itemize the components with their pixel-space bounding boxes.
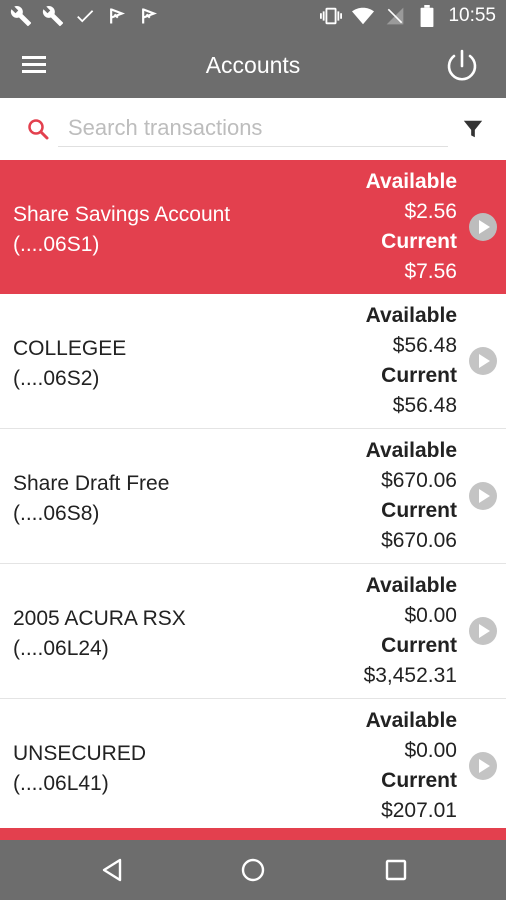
back-icon[interactable] [96,854,128,886]
account-number: (....06L24) [13,637,109,660]
account-name-block: 2005 ACURA RSX (....06L24) [13,604,313,664]
wrench-icon [10,4,32,28]
current-label: Current [381,230,457,253]
play-arrow-icon[interactable] [468,751,498,781]
account-balances: Available $0.00 Current $3,452.31 [364,571,457,691]
search-input[interactable] [58,110,448,147]
account-row-acura[interactable]: 2005 ACURA RSX (....06L24) Available $0.… [0,564,506,699]
status-time: 10:55 [448,5,496,26]
accent-divider [0,828,506,840]
available-amount: $0.00 [404,604,457,627]
search-icon [26,117,50,141]
status-bar-notifications [10,4,160,28]
account-number: (....06S8) [13,502,100,525]
account-name: 2005 ACURA RSX [13,607,186,630]
available-label: Available [365,574,457,597]
current-amount: $56.48 [392,394,457,417]
no-signal-icon [384,4,406,28]
available-label: Available [365,709,457,732]
available-amount: $0.00 [404,739,457,762]
account-name: COLLEGEE [13,337,127,360]
filter-icon[interactable] [462,118,484,140]
available-label: Available [365,439,457,462]
account-number: (....06S2) [13,367,100,390]
account-balances: Available $670.06 Current $670.06 [366,436,457,556]
wifi-icon [352,4,375,28]
available-amount: $56.48 [392,334,457,357]
system-nav-bar [0,840,506,900]
account-balances: Available $56.48 Current $56.48 [366,301,457,421]
current-amount: $7.56 [404,260,457,283]
account-row-share-savings[interactable]: Share Savings Account (....06S1) Availab… [0,160,506,294]
play-arrow-icon[interactable] [468,346,498,376]
account-number: (....06S1) [13,233,100,256]
flag-icon [106,4,128,28]
check-icon [74,4,96,28]
account-name: UNSECURED [13,742,147,765]
account-row-share-draft[interactable]: Share Draft Free (....06S8) Available $6… [0,429,506,564]
current-label: Current [381,634,457,657]
wrench-icon [42,4,64,28]
play-arrow-icon[interactable] [468,481,498,511]
flag-icon [138,4,160,28]
current-label: Current [381,364,457,387]
account-name: Share Draft Free [13,472,170,495]
home-icon[interactable] [237,854,269,886]
account-row-collegee[interactable]: COLLEGEE (....06S2) Available $56.48 Cur… [0,294,506,429]
play-arrow-icon[interactable] [468,616,498,646]
search-bar [0,98,506,160]
current-label: Current [381,499,457,522]
vibrate-icon [320,4,343,28]
account-balances: Available $0.00 Current $207.01 [366,706,457,826]
account-name: Share Savings Account [13,203,231,226]
account-name-block: Share Draft Free (....06S8) [13,469,313,529]
play-arrow-icon[interactable] [468,212,498,242]
status-bar-system: 10:55 [320,4,496,28]
available-label: Available [365,304,457,327]
recents-icon[interactable] [380,854,412,886]
account-list: Share Savings Account (....06S1) Availab… [0,160,506,828]
current-amount: $207.01 [381,799,457,822]
status-bar: 10:55 [0,0,506,34]
account-balances: Available $2.56 Current $7.56 [366,167,457,287]
current-amount: $670.06 [381,529,457,552]
account-name-block: COLLEGEE (....06S2) [13,334,313,394]
account-number: (....06L41) [13,772,109,795]
app-bar: Accounts [0,34,506,98]
page-title: Accounts [205,52,301,78]
account-row-unsecured[interactable]: UNSECURED (....06L41) Available $0.00 Cu… [0,699,506,828]
current-amount: $3,452.31 [363,664,457,687]
account-name-block: Share Savings Account (....06S1) [13,200,313,260]
account-name-block: UNSECURED (....06L41) [13,739,313,799]
available-amount: $670.06 [381,469,457,492]
available-label: Available [365,170,457,193]
battery-icon [416,4,438,28]
current-label: Current [381,769,457,792]
power-icon[interactable] [442,46,482,86]
available-amount: $2.56 [404,200,457,223]
